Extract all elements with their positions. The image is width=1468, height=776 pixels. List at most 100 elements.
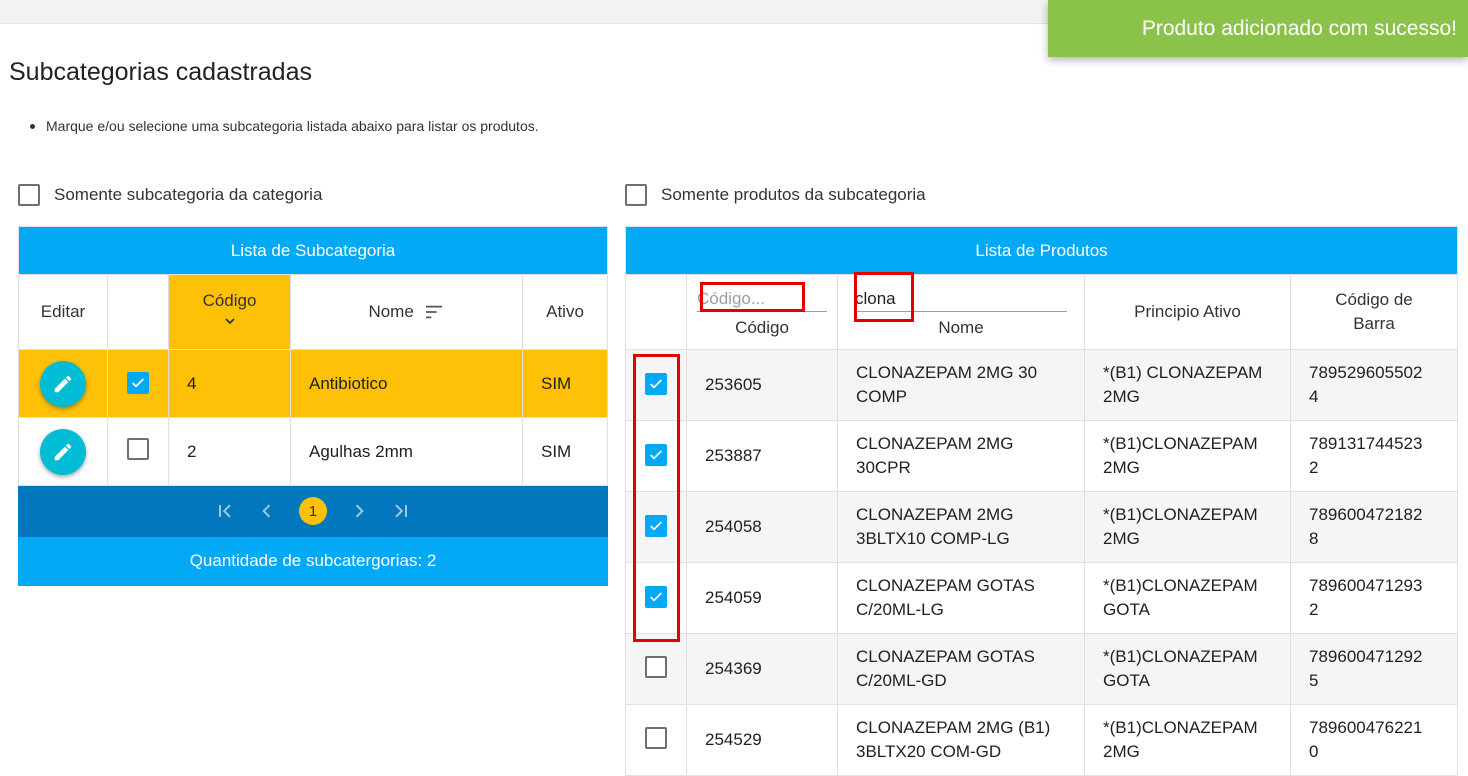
column-barcode: Código de Barra <box>1289 274 1459 350</box>
chevron-down-icon <box>224 317 235 324</box>
product-table: Lista de Produtos Código Nome Principio … <box>624 226 1459 776</box>
column-name-label: Nome <box>368 302 414 321</box>
cell-barcode: 789600472182 8 <box>1289 491 1459 563</box>
cell-barcode: 789600476221 0 <box>1289 704 1459 776</box>
column-select <box>625 274 687 350</box>
cell-barcode-line-2: 5 <box>1309 671 1319 690</box>
previous-page-icon[interactable] <box>257 501 277 521</box>
edit-button[interactable] <box>40 360 86 407</box>
cell-name: CLONAZEPAM 2MG 30CPR <box>837 420 1085 492</box>
cell-barcode-line-2: 2 <box>1309 458 1319 477</box>
cell-barcode: 789131744523 2 <box>1289 420 1459 492</box>
cell-name-line-1: CLONAZEPAM 2MG (B1) <box>856 718 1051 737</box>
cell-active-ingredient: *(B1)CLONAZEPAM 2MG <box>1084 420 1291 492</box>
cell-active-ingredient: *(B1)CLONAZEPAM 2MG <box>1084 491 1291 563</box>
cell-active-ingredient: *(B1) CLONAZEPAM 2MG <box>1084 349 1291 421</box>
column-barcode-label-1: Código de <box>1335 290 1413 309</box>
cell-active-line-1: *(B1)CLONAZEPAM <box>1103 434 1258 453</box>
sort-icon <box>425 305 442 319</box>
cell-code: 253887 <box>686 420 838 492</box>
last-page-icon[interactable] <box>391 501 411 521</box>
cell-name: CLONAZEPAM 2MG (B1) 3BLTX20 COM-GD <box>837 704 1085 776</box>
row-checkbox[interactable] <box>645 586 667 608</box>
table-row[interactable]: 253887 CLONAZEPAM 2MG 30CPR *(B1)CLONAZEPAM… <box>625 420 1459 492</box>
subcategory-table: Lista de Subcategoria Editar Código Nome… <box>17 226 609 586</box>
current-page-button[interactable]: 1 <box>299 497 328 525</box>
only-subcategory-filter[interactable]: Somente produtos da subcategoria <box>625 184 926 206</box>
table-row[interactable]: 4 Antibiotico SIM <box>18 349 609 418</box>
column-code-label: Código <box>735 317 789 337</box>
cell-code: 254058 <box>686 491 838 563</box>
name-filter-input[interactable] <box>855 286 1067 312</box>
cell-name: CLONAZEPAM 2MG 30 COMP <box>837 349 1085 421</box>
column-select <box>107 274 169 350</box>
table-row[interactable]: 254529 CLONAZEPAM 2MG (B1) 3BLTX20 COM-GD *… <box>625 704 1459 776</box>
row-checkbox[interactable] <box>645 515 667 537</box>
row-checkbox[interactable] <box>645 655 667 678</box>
column-name-label: Nome <box>938 317 984 337</box>
cell-barcode-line-2: 2 <box>1309 600 1319 619</box>
check-icon <box>650 379 662 389</box>
cell-barcode: 789600471293 2 <box>1289 562 1459 634</box>
cell-active-line-1: *(B1)CLONAZEPAM <box>1103 647 1258 666</box>
cell-active-ingredient: *(B1)CLONAZEPAM GOTA <box>1084 633 1291 705</box>
first-page-icon[interactable] <box>215 501 235 521</box>
row-checkbox[interactable] <box>645 373 667 395</box>
column-code-sort[interactable]: Código <box>168 274 291 350</box>
cell-barcode-line-2: 4 <box>1309 387 1319 406</box>
row-checkbox[interactable] <box>127 371 149 394</box>
cell-active-line-2: 2MG <box>1103 742 1140 761</box>
table-row[interactable]: 2 Agulhas 2mm SIM <box>18 417 609 486</box>
check-icon <box>650 521 662 531</box>
check-icon <box>650 450 662 460</box>
row-checkbox[interactable] <box>645 444 667 466</box>
cell-active-ingredient: *(B1)CLONAZEPAM GOTA <box>1084 562 1291 634</box>
cell-name: CLONAZEPAM GOTAS C/20ML-GD <box>837 633 1085 705</box>
instruction-text: Marque e/ou selecione uma subcategoria l… <box>30 118 539 134</box>
cell-name-line-2: 3BLTX10 COMP-LG <box>856 529 1010 548</box>
only-category-checkbox[interactable] <box>18 184 40 206</box>
cell-name-line-2: C/20ML-LG <box>856 600 944 619</box>
cell-active-line-1: *(B1) CLONAZEPAM <box>1103 363 1263 382</box>
cell-active-line-2: 2MG <box>1103 529 1140 548</box>
cell-active-line-1: *(B1)CLONAZEPAM <box>1103 505 1258 524</box>
column-name: Nome <box>837 274 1085 350</box>
cell-name-line-1: CLONAZEPAM 2MG <box>856 505 1014 524</box>
row-checkbox[interactable] <box>645 726 667 749</box>
next-page-icon[interactable] <box>349 501 369 521</box>
column-name-sort[interactable]: Nome <box>290 274 523 350</box>
cell-barcode-line-1: 789529605502 <box>1309 363 1423 382</box>
table-row[interactable]: 253605 CLONAZEPAM 2MG 30 COMP *(B1) CLONAZE… <box>625 349 1459 421</box>
only-category-filter[interactable]: Somente subcategoria da categoria <box>18 184 322 206</box>
table-row[interactable]: 254058 CLONAZEPAM 2MG 3BLTX10 COMP-LG *(B1)… <box>625 491 1459 563</box>
subcategory-table-caption: Lista de Subcategoria <box>17 226 609 275</box>
cell-code: 254529 <box>686 704 838 776</box>
edit-button[interactable] <box>40 428 86 475</box>
cell-name: Agulhas 2mm <box>290 417 523 486</box>
cell-active: SIM <box>521 349 609 418</box>
cell-name-line-1: CLONAZEPAM 2MG 30 <box>856 363 1038 382</box>
table-row[interactable]: 254059 CLONAZEPAM GOTAS C/20ML-LG *(B1)CLON… <box>625 562 1459 634</box>
cell-name-line-1: CLONAZEPAM GOTAS <box>856 576 1035 595</box>
cell-name-line-1: CLONAZEPAM GOTAS <box>856 647 1035 666</box>
cell-code: 253605 <box>686 349 838 421</box>
only-subcategory-checkbox[interactable] <box>625 184 647 206</box>
pencil-icon <box>54 375 72 392</box>
row-checkbox[interactable] <box>127 438 149 460</box>
cell-active-ingredient: *(B1)CLONAZEPAM 2MG <box>1084 704 1291 776</box>
cell-barcode: 789529605502 4 <box>1289 349 1459 421</box>
cell-active-line-1: *(B1)CLONAZEPAM <box>1103 576 1258 595</box>
cell-active-line-2: 2MG <box>1103 458 1140 477</box>
check-icon <box>132 377 144 388</box>
code-filter-input[interactable] <box>697 286 827 312</box>
cell-barcode-line-2: 8 <box>1309 529 1319 548</box>
cell-active-line-2: GOTA <box>1103 600 1150 619</box>
cell-barcode-line-1: 789600471292 <box>1309 647 1423 666</box>
cell-code: 4 <box>168 349 291 418</box>
cell-name: CLONAZEPAM 2MG 3BLTX10 COMP-LG <box>837 491 1085 563</box>
cell-active-line-2: 2MG <box>1103 387 1140 406</box>
column-active-ingredient: Principio Ativo <box>1084 274 1291 350</box>
cell-code: 2 <box>168 417 291 486</box>
table-row[interactable]: 254369 CLONAZEPAM GOTAS C/20ML-GD *(B1)CLON… <box>625 633 1459 705</box>
cell-barcode: 789600471292 5 <box>1289 633 1459 705</box>
